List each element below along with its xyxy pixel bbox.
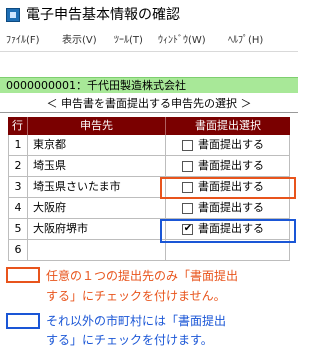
paper-submit-checkbox[interactable]	[182, 140, 193, 151]
legend-orange-line2: する」にチェックを付けません。	[46, 289, 226, 303]
paper-submit-checkbox[interactable]	[182, 161, 193, 172]
destination-name: 大阪府	[28, 198, 166, 218]
section-title-bar: ＜ 申告書を書面提出する申告先の選択 ＞	[0, 95, 298, 113]
row-number: 1	[8, 135, 28, 155]
header-destination: 申告先	[28, 117, 166, 135]
row-number: 4	[8, 198, 28, 218]
paper-select-cell: 書面提出する	[166, 156, 290, 176]
paper-select-cell	[166, 240, 290, 260]
legend-blue-line1: それ以外の市町村には「書面提出	[46, 314, 227, 328]
table-row: 4 大阪府 書面提出する	[8, 198, 290, 219]
header-paper-select: 書面提出選択	[195, 119, 261, 132]
destination-name	[28, 240, 166, 260]
table-row: 2 埼玉県 書面提出する	[8, 156, 290, 177]
paper-submit-label[interactable]: 書面提出する	[198, 156, 264, 176]
table-row: 1 東京都 書面提出する	[8, 135, 290, 156]
legend-blue-swatch	[6, 313, 40, 329]
destination-name: 埼玉県	[28, 156, 166, 176]
menu-window[interactable]: ｳｨﾝﾄﾞｳ(W)	[158, 34, 206, 48]
destination-name: 東京都	[28, 135, 166, 155]
window-title: 電子申告基本情報の確認	[26, 7, 180, 23]
menu-tools[interactable]: ﾂｰﾙ(T)	[114, 34, 143, 48]
menu-bar: ﾌｧｲﾙ(F) 表示(V) ﾂｰﾙ(T) ｳｨﾝﾄﾞｳ(W) ﾍﾙﾌﾟ(H)	[0, 30, 298, 52]
section-title: ＜ 申告書を書面提出する申告先の選択 ＞	[46, 97, 252, 110]
header-row-number: 行	[8, 117, 28, 135]
menu-help[interactable]: ﾍﾙﾌﾟ(H)	[228, 34, 263, 48]
destination-name: 大阪府堺市	[28, 219, 166, 239]
toolbar-area	[0, 53, 298, 77]
menu-file[interactable]: ﾌｧｲﾙ(F)	[6, 34, 40, 48]
company-name: 0000000001：千代田製造株式会社	[6, 79, 186, 92]
destination-name: 埼玉県さいたま市	[28, 177, 166, 197]
highlight-unchecked-row	[160, 177, 296, 199]
row-number: 2	[8, 156, 28, 176]
legend-blue-line2: する」にチェックを付けます。	[46, 333, 213, 347]
menu-view[interactable]: 表示(V)	[62, 34, 97, 48]
row-number: 3	[8, 177, 28, 197]
app-icon	[6, 8, 20, 22]
legend-orange-swatch	[6, 267, 40, 283]
paper-select-cell: 書面提出する	[166, 198, 290, 218]
table-header: 行 申告先 書面提出選択	[8, 117, 290, 135]
row-number: 6	[8, 240, 28, 260]
paper-submit-label[interactable]: 書面提出する	[198, 135, 264, 155]
paper-submit-label[interactable]: 書面提出する	[198, 198, 264, 218]
paper-submit-checkbox[interactable]	[182, 203, 193, 214]
title-bar: 電子申告基本情報の確認	[0, 0, 298, 30]
row-number: 5	[8, 219, 28, 239]
legend-orange-line1: 任意の１つの提出先のみ「書面提出	[46, 269, 239, 283]
paper-select-cell: 書面提出する	[166, 135, 290, 155]
company-bar: 0000000001：千代田製造株式会社	[0, 77, 298, 93]
app-window: 電子申告基本情報の確認 ﾌｧｲﾙ(F) 表示(V) ﾂｰﾙ(T) ｳｨﾝﾄﾞｳ(…	[0, 0, 298, 262]
highlight-checked-row	[160, 219, 296, 243]
table-row: 6	[8, 240, 290, 261]
